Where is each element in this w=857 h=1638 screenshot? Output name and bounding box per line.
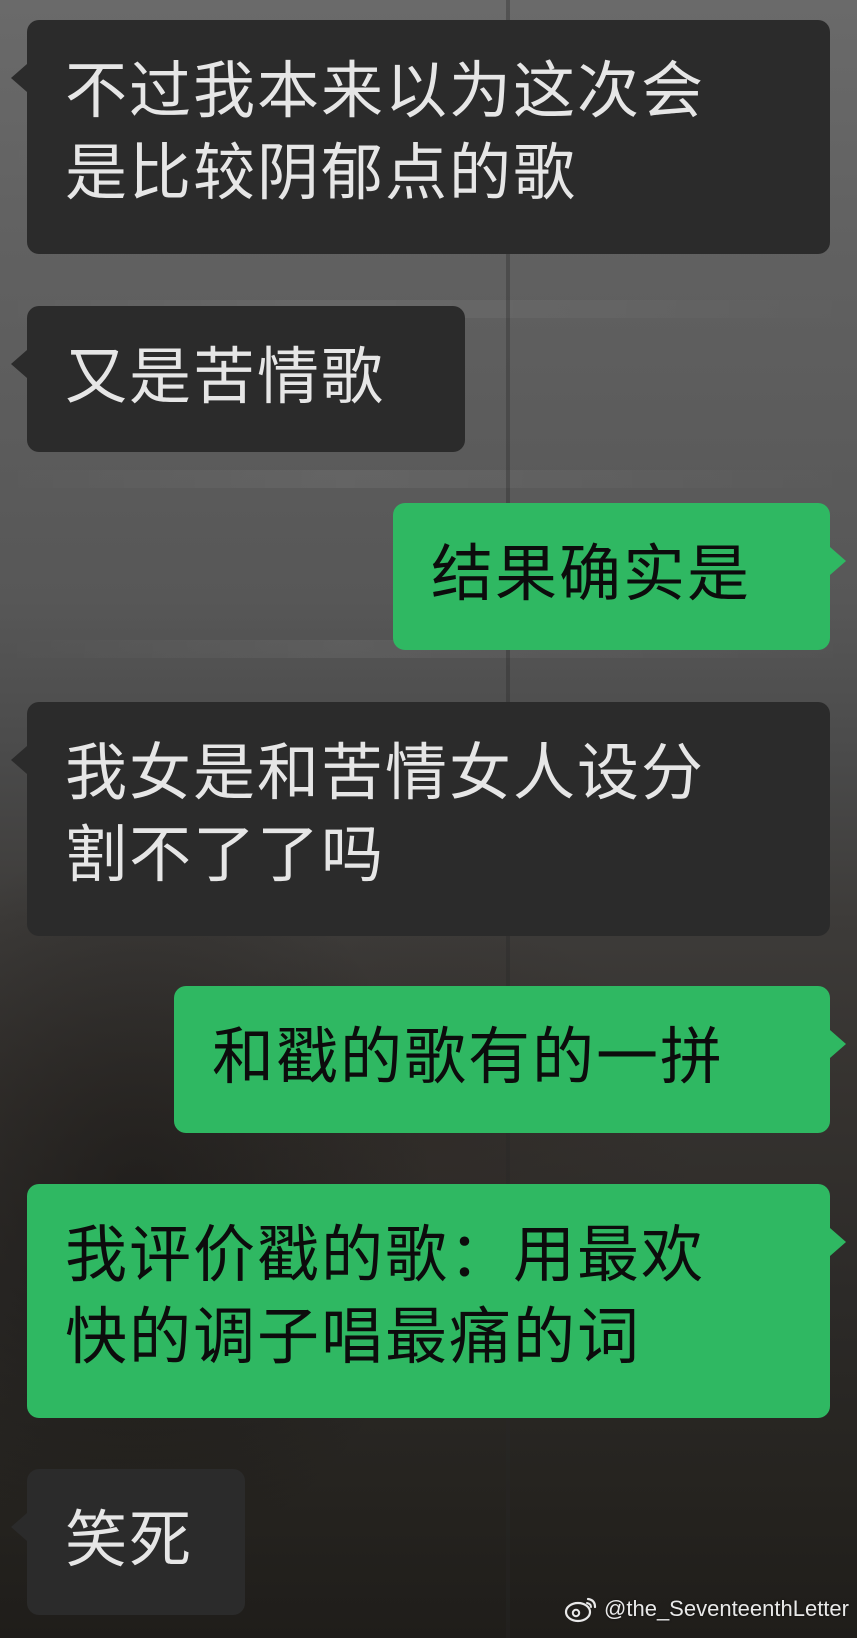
message-bubble-incoming[interactable]: 我女是和苦情女人设分 割不了了吗 [11, 702, 830, 936]
message-bubble-incoming[interactable]: 又是苦情歌 [11, 306, 465, 452]
watermark-text: @the_SeventeenthLetter [604, 1596, 849, 1621]
message-bubble-incoming[interactable]: 不过我本来以为这次会 是比较阴郁点的歌 [11, 20, 830, 254]
weibo-icon [564, 1595, 598, 1623]
background-cloud [0, 470, 857, 488]
message-bubble-outgoing[interactable]: 和戳的歌有的一拼 [174, 986, 846, 1133]
message-bubble-outgoing[interactable]: 结果确实是 [393, 503, 846, 650]
weibo-watermark: @the_SeventeenthLetter [564, 1592, 849, 1626]
message-bubble-outgoing[interactable]: 我评价戳的歌：用最欢 快的调子唱最痛的词 [27, 1184, 846, 1418]
chat-screenshot: 不过我本来以为这次会 是比较阴郁点的歌 又是苦情歌 结果确实是 我女是和苦情女人… [0, 0, 857, 1638]
message-bubble-incoming[interactable]: 笑死 [11, 1469, 245, 1615]
